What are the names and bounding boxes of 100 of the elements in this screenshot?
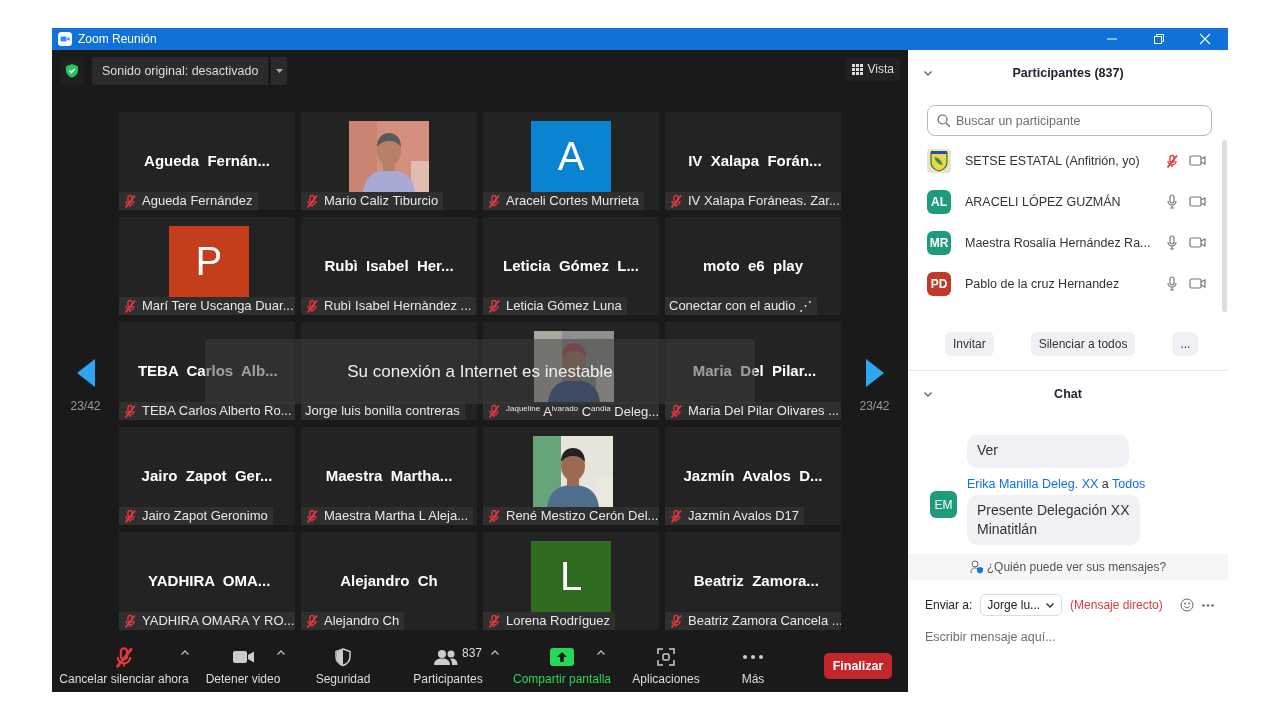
participant-name: Beatriz Zamora... (693, 571, 819, 589)
participant-row[interactable]: SETSE ESTATAL (Anfitrión, yo) (908, 140, 1222, 181)
panel-button[interactable]: Invitar (945, 332, 994, 356)
page-indicator: 23/42 (859, 399, 890, 413)
message-bubble: Ver (967, 435, 1129, 468)
avatar: MR (927, 230, 951, 255)
toolbar-button[interactable]: 837 Participantes (396, 646, 500, 686)
view-button[interactable]: Vista (845, 57, 900, 81)
avatar: AL (927, 189, 951, 214)
panel-title: Chat (1053, 387, 1083, 401)
toolbar-button[interactable]: Seguridad (290, 646, 396, 686)
shield-icon (334, 647, 352, 667)
shield-icon[interactable] (65, 63, 79, 79)
participant-row[interactable]: AL ARACELI LÓPEZ GUZMÁN (908, 181, 1222, 222)
name-label: Marí Tere Uscanga Duar... (119, 297, 295, 315)
avatar: EM (930, 491, 957, 518)
visibility-link[interactable]: ¿Quién puede ver sus mensajes? (908, 554, 1228, 580)
search-field[interactable]: Buscar un participante (927, 105, 1212, 136)
participant-count: 837 (461, 646, 482, 660)
collapse-icon[interactable] (923, 69, 933, 77)
toolbar-button[interactable]: Compartir pantalla (500, 646, 624, 686)
participant-name: Agueda Fernán... (144, 151, 270, 169)
panel-button[interactable]: ... (1172, 332, 1199, 356)
page-indicator: 23/42 (70, 399, 101, 413)
name-label: René Mestizo Cerón Del... (483, 507, 659, 525)
more-icon (743, 655, 763, 659)
participant-name: Leticia Gómez L... (503, 256, 639, 274)
participant-name: Maestra Martha... (325, 466, 453, 484)
search-icon (937, 114, 950, 127)
close-icon[interactable] (1198, 32, 1212, 46)
avatar: PD (927, 271, 951, 296)
toolbar-button[interactable]: Más (708, 646, 798, 686)
caret-icon[interactable] (490, 649, 500, 657)
emblem-icon (927, 148, 951, 173)
recipient-dropdown[interactable]: Jorge lu... (980, 594, 1063, 616)
name-label: Agueda Fernández (119, 192, 258, 210)
avatar: P (168, 226, 249, 297)
toolbar-button[interactable]: Aplicaciones (624, 646, 708, 686)
caret-icon (274, 68, 284, 74)
video-camera-icon (232, 648, 254, 666)
original-sound-button[interactable]: Sonido original: desactivado (92, 57, 269, 85)
dropdown-button[interactable] (271, 57, 288, 85)
name-label: Lorena Rodríguez (483, 612, 616, 630)
camera-icon (1188, 276, 1206, 291)
camera-icon (1188, 153, 1206, 168)
name-label: Maestra Martha L Aleja... (301, 507, 474, 525)
name-label: IV Xalapa Foráneas. Zar... (665, 192, 841, 210)
chevron-icon[interactable] (1045, 601, 1056, 609)
name-label: Maria Del Pilar Olivares ... (665, 402, 841, 420)
panel-title: Participantes (837) (1011, 66, 1125, 80)
emoji-icon[interactable] (1180, 598, 1194, 612)
scrollbar[interactable] (1221, 140, 1227, 312)
name-label: Beatriz Zamora Cancela ... (665, 612, 841, 630)
name-label: Mario Caliz Tiburcio (301, 192, 444, 210)
avatar: A (531, 121, 611, 192)
apps-icon (657, 648, 675, 666)
participant-name: YADHIRA OMA... (148, 571, 271, 589)
message-bubble: Presente Delegación XX Minatitlán (967, 495, 1140, 545)
participant-name: TEBA Carlos Alb... (137, 361, 278, 379)
name-label: Leticia Gómez Luna (483, 297, 627, 315)
previous-page-icon[interactable] (76, 359, 95, 387)
participant-name: Jazmín Avalos D... (683, 466, 823, 484)
direct-message-label: (Mensaje directo) (1070, 598, 1163, 612)
restore-icon[interactable] (1152, 32, 1166, 46)
muted-mic-icon (113, 646, 135, 668)
more-icon[interactable] (1202, 603, 1214, 607)
camera-icon (1188, 194, 1206, 209)
avatar: L (531, 541, 611, 612)
name-label: YADHIRA OMARA Y RO... (119, 612, 295, 630)
name-label: Jazmín Avalos D17 (665, 507, 805, 525)
person-shield-icon (969, 560, 984, 574)
participant-name: Jairo Zapot Ger... (141, 466, 273, 484)
participant-name: Alejandro Ch (340, 571, 438, 589)
participant-row[interactable]: PD Pablo de la cruz Hernandez (908, 263, 1222, 304)
name-label: Conectar con el audio ⋰ (665, 297, 818, 315)
caret-icon[interactable] (180, 649, 190, 657)
name-label: Jairo Zapot Geronimo (119, 507, 273, 525)
window-title: Zoom Reunión (78, 32, 158, 46)
end-meeting-button[interactable]: Finalizar (824, 653, 892, 679)
people-icon (433, 648, 458, 666)
video-camera-icon (58, 32, 72, 46)
name-label: Araceli Cortes Murrieta (483, 192, 644, 210)
collapse-icon[interactable] (923, 390, 933, 398)
name-label: TEBA Carlos Alberto Ro... (119, 402, 295, 420)
name-label: Jorge luis bonilla contreras (301, 402, 465, 420)
caret-icon[interactable] (276, 649, 286, 657)
participant-name: moto e6 play (703, 256, 803, 274)
panel-button[interactable]: Silenciar a todos (1030, 332, 1136, 356)
participant-name: IV Xalapa Forán... (688, 151, 822, 169)
next-page-icon[interactable] (865, 359, 884, 387)
camera-icon (1188, 235, 1206, 250)
toolbar-button[interactable]: Cancelar silenciar ahora (52, 646, 196, 686)
caret-icon[interactable] (596, 649, 606, 657)
name-label: Alejandro Ch (301, 612, 405, 630)
send-to-label: Enviar a: (925, 598, 973, 612)
toolbar-button[interactable]: Detener video (196, 646, 290, 686)
name-label: $^{Jaqueline}$ A$^{lvarado}$ C$^{andia}$ Deleg... (483, 402, 659, 420)
name-label: Rubì Isabel Hernàndez ... (301, 297, 477, 315)
participant-row[interactable]: MR Maestra Rosalía Hernández Ra... (908, 222, 1222, 263)
grid-icon (851, 63, 863, 75)
